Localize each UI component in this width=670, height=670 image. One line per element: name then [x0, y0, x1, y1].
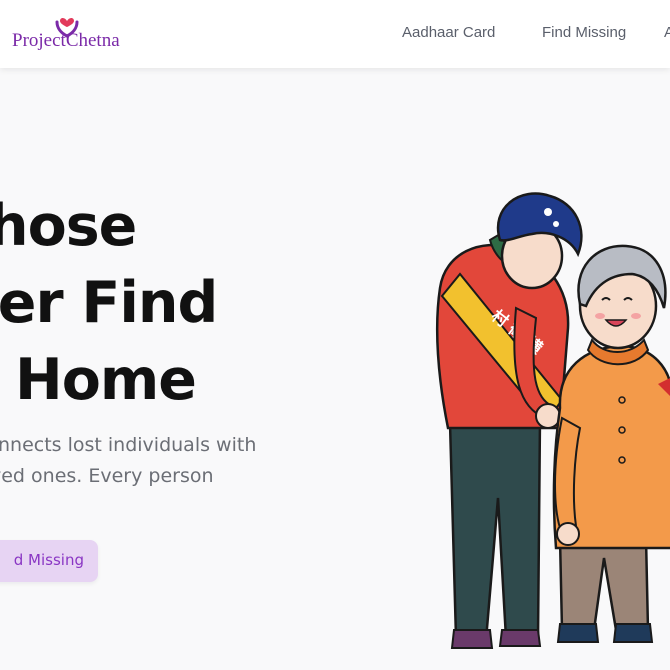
nav-link-aadhaar-card[interactable]: Aadhaar Card: [402, 24, 495, 41]
description-line-1: nnects lost individuals with: [0, 434, 257, 456]
nav-link-find-missing[interactable]: Find Missing: [542, 24, 626, 41]
hero-headline: hose der Find y Home: [0, 188, 218, 419]
hero-description: nnects lost individuals with ved ones. E…: [0, 430, 300, 492]
nav-link-truncated[interactable]: A: [664, 24, 670, 41]
headline-line-2: der Find: [0, 270, 218, 336]
description-line-2: ved ones. Every person: [0, 465, 214, 487]
headline-line-1: hose: [0, 193, 137, 259]
logo[interactable]: ProjectChetna: [12, 12, 142, 56]
hero-section: hose der Find y Home nnects lost individ…: [0, 68, 670, 670]
brand-name: ProjectChetna: [12, 30, 120, 51]
headline-line-3: y Home: [0, 347, 197, 413]
find-missing-button[interactable]: d Missing: [0, 540, 98, 582]
cta-label: d Missing: [13, 551, 84, 569]
volunteer-helping-elder-illustration: 村 衛 横: [435, 192, 670, 649]
top-navbar: ProjectChetna Aadhaar Card Find Missing …: [0, 0, 670, 68]
